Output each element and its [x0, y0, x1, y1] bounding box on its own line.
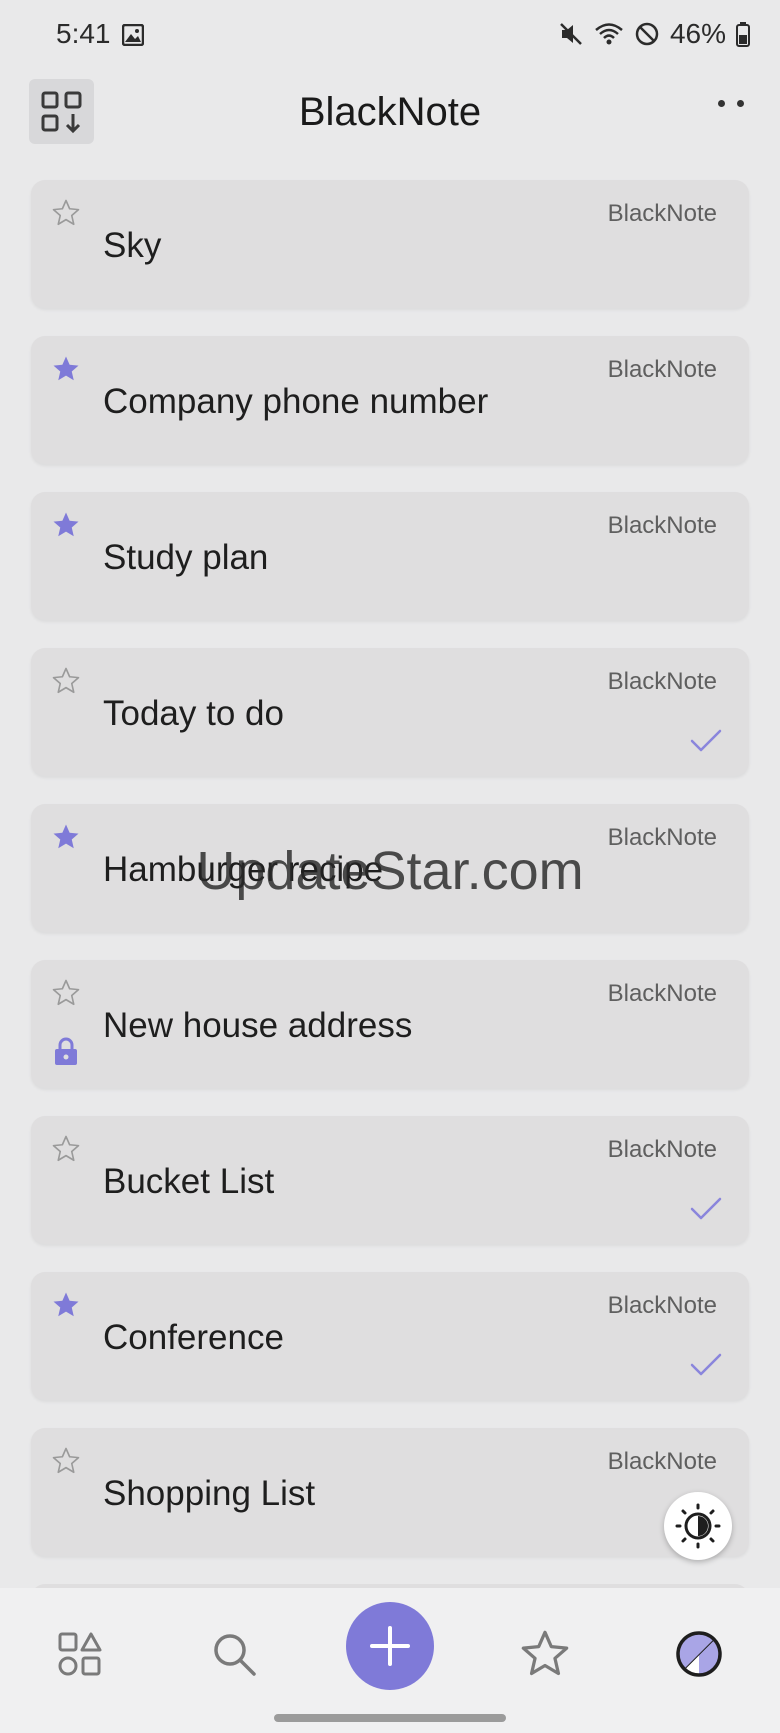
star-filled-icon[interactable] [51, 354, 81, 384]
do-not-disturb-icon [635, 22, 659, 46]
brightness-contrast-icon [675, 1503, 721, 1549]
star-filled-icon[interactable] [51, 822, 81, 852]
note-title: Sky [103, 226, 162, 265]
star-icon [521, 1630, 569, 1676]
checkmark-icon [690, 1197, 722, 1220]
battery-icon [736, 22, 750, 47]
note-card[interactable]: Shopping List BlackNote [31, 1428, 749, 1556]
battery-percent: 46% [669, 18, 726, 49]
note-card[interactable]: Today to do BlackNote [31, 648, 749, 776]
note-folder-label: BlackNote [607, 200, 717, 227]
star-outline-icon[interactable] [51, 198, 81, 228]
nav-search[interactable] [204, 1624, 264, 1684]
theme-toggle-button[interactable] [664, 1492, 732, 1560]
categories-icon [58, 1632, 102, 1676]
note-card[interactable]: Conference BlackNote [31, 1272, 749, 1400]
star-outline-icon[interactable] [51, 666, 81, 696]
note-folder-label: BlackNote [607, 1292, 717, 1319]
note-title: Bucket List [103, 1162, 275, 1201]
note-card[interactable]: New house address BlackNote [31, 960, 749, 1088]
mute-icon [560, 23, 582, 45]
note-folder-label: BlackNote [607, 1136, 717, 1163]
more-dot-icon [737, 100, 744, 107]
theme-icon [676, 1631, 722, 1677]
notes-list: Sky BlackNote Company phone number BlackNot… [31, 180, 749, 1584]
app-bar: BlackNote [0, 72, 780, 152]
note-title: New house address [103, 1006, 413, 1045]
home-indicator[interactable] [274, 1714, 506, 1722]
note-title: Hamburger recipe [103, 850, 384, 889]
more-options-button[interactable] [718, 100, 744, 107]
note-title: Conference [103, 1318, 284, 1357]
status-indicators: 46% [558, 18, 750, 50]
note-folder-label: BlackNote [607, 356, 717, 383]
search-icon [214, 1634, 256, 1676]
checkmark-icon [690, 729, 722, 752]
app-title: BlackNote [298, 90, 482, 134]
add-note-button[interactable] [346, 1602, 434, 1690]
lock-icon [55, 1037, 77, 1065]
note-title: Study plan [103, 538, 269, 577]
note-folder-label: BlackNote [607, 668, 717, 695]
note-folder-label: BlackNote [607, 980, 717, 1007]
note-card[interactable]: Bucket List BlackNote [31, 1116, 749, 1244]
wifi-icon [595, 23, 623, 45]
checkmark-icon [690, 1353, 722, 1376]
more-dot-icon [718, 100, 725, 107]
nav-favorites[interactable] [515, 1624, 575, 1684]
note-title: Today to do [103, 694, 284, 733]
note-card[interactable]: Company phone number BlackNote [31, 336, 749, 464]
note-card[interactable]: Sky BlackNote [31, 180, 749, 308]
note-folder-label: BlackNote [607, 1448, 717, 1475]
star-filled-icon[interactable] [51, 510, 81, 540]
note-card[interactable]: Study plan BlackNote [31, 492, 749, 620]
star-outline-icon[interactable] [51, 1446, 81, 1476]
bottom-navigation [0, 1588, 780, 1733]
note-card[interactable]: Hamburger recipe BlackNote [31, 804, 749, 932]
note-folder-label: BlackNote [607, 512, 717, 539]
star-outline-icon[interactable] [51, 1134, 81, 1164]
note-title: Shopping List [103, 1474, 316, 1513]
note-title: Company phone number [103, 382, 489, 421]
status-time: 5:41 [56, 18, 111, 49]
note-folder-label: BlackNote [607, 824, 717, 851]
status-bar: 5:41 46% [0, 0, 780, 70]
star-outline-icon[interactable] [51, 978, 81, 1008]
nav-categories[interactable] [50, 1624, 110, 1684]
gallery-notification-icon [122, 24, 144, 46]
nav-theme[interactable] [669, 1624, 729, 1684]
add-icon [370, 1626, 410, 1666]
star-filled-icon[interactable] [51, 1290, 81, 1320]
